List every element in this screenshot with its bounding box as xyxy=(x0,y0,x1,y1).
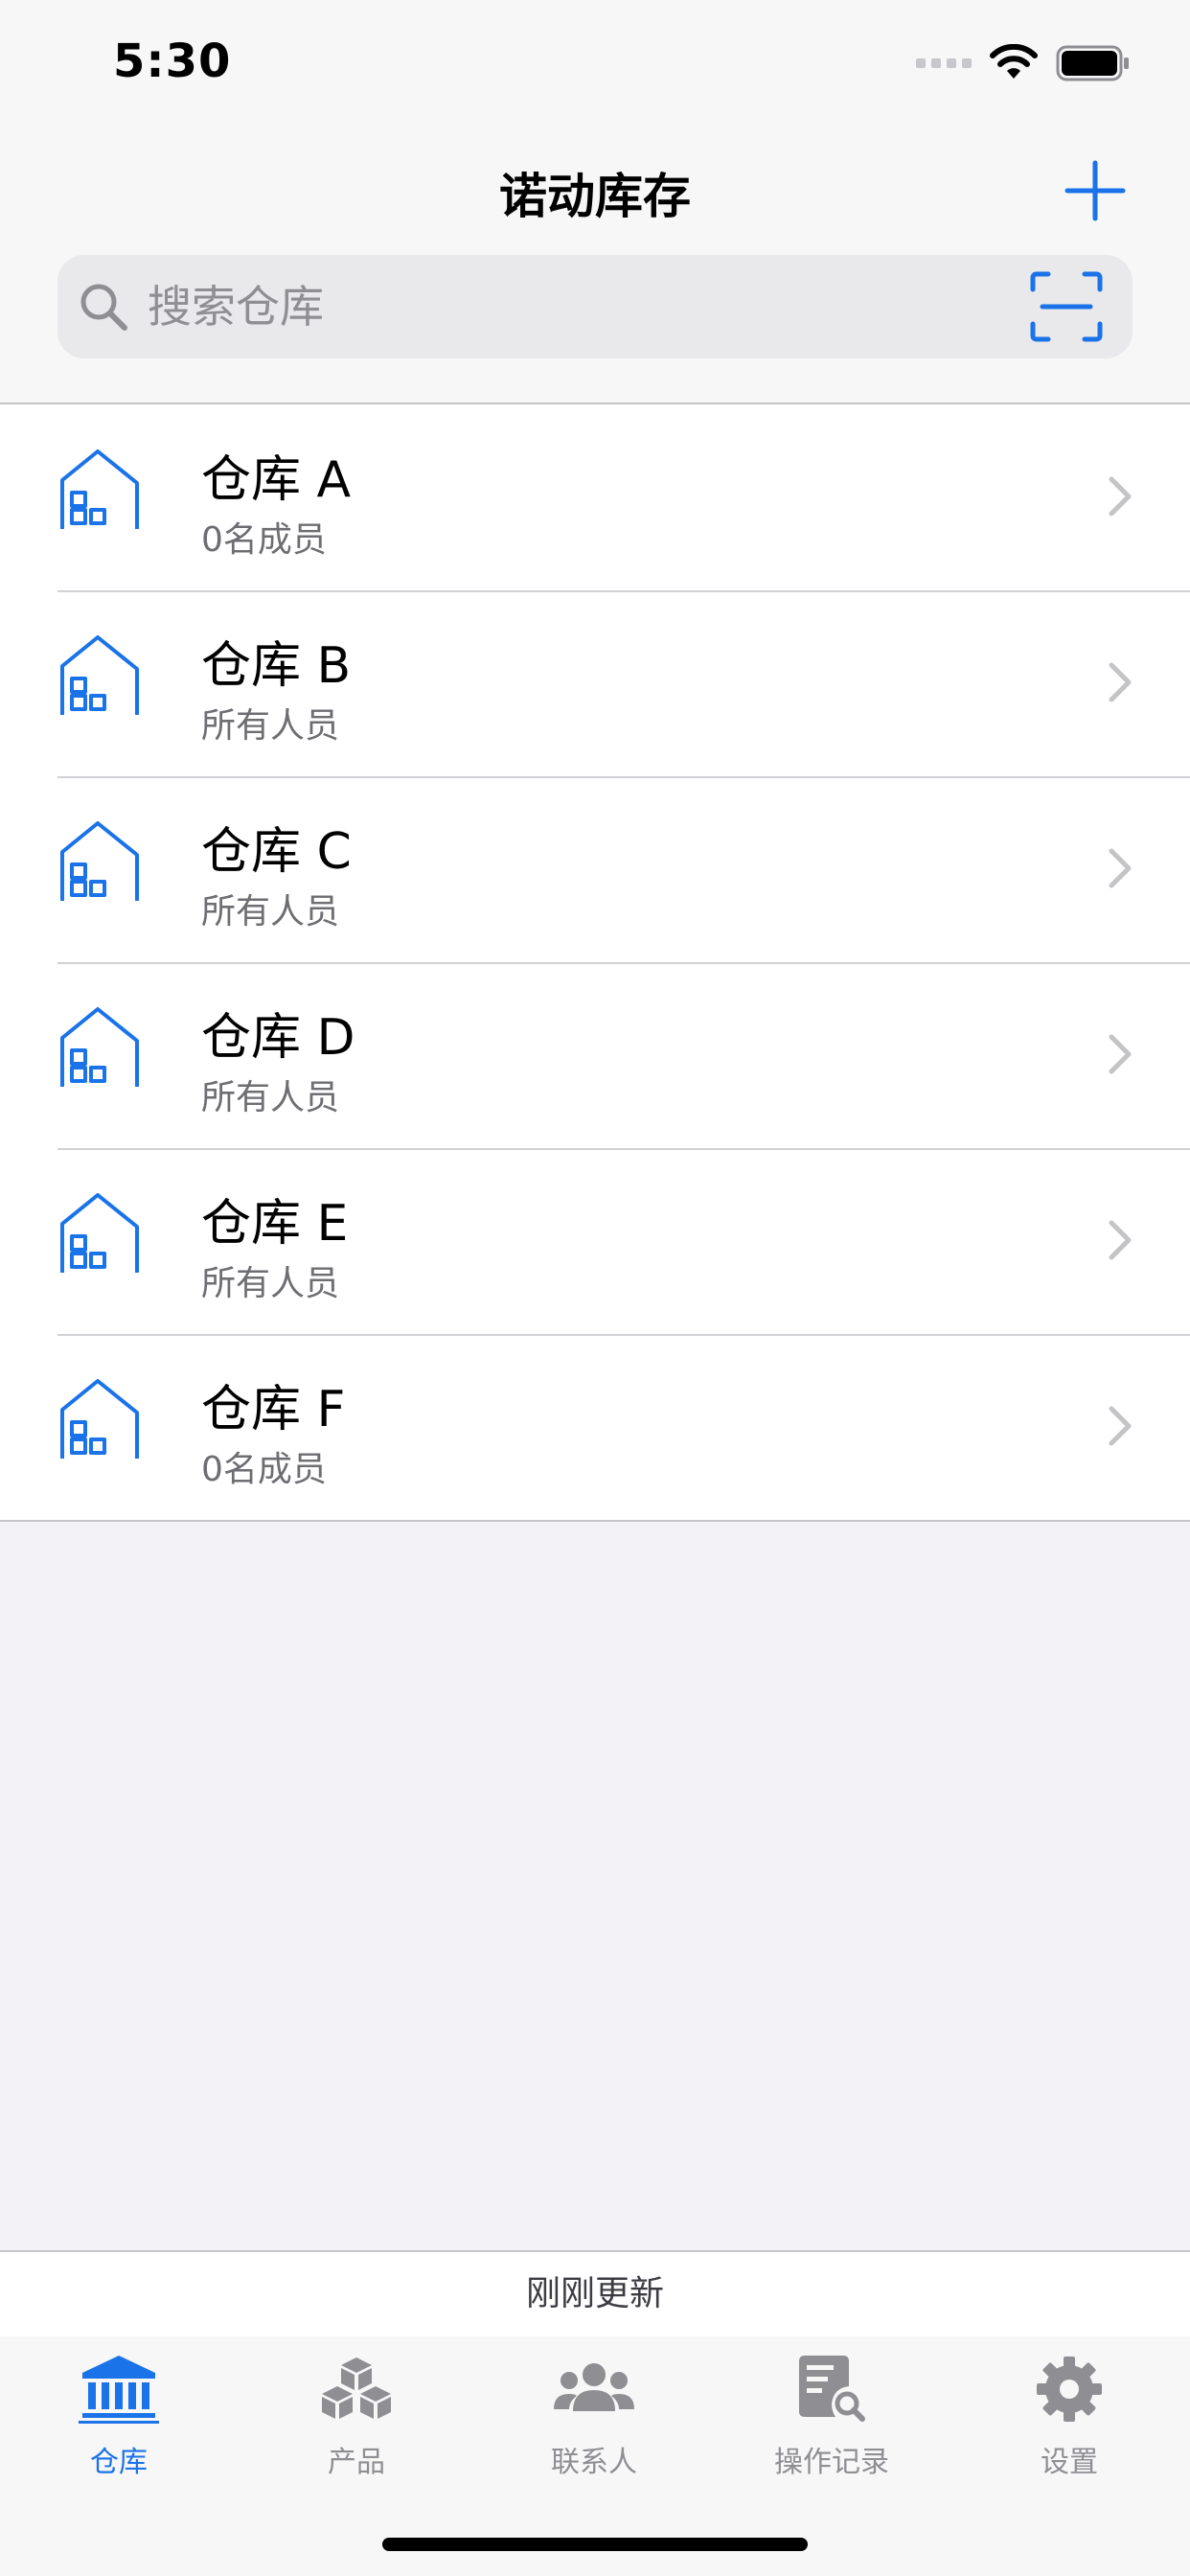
tab-products[interactable]: 产品 xyxy=(238,2354,475,2497)
warehouse-icon xyxy=(60,449,139,529)
tab-label: 产品 xyxy=(328,2446,385,2479)
warehouse-icon xyxy=(60,821,139,901)
search-icon xyxy=(80,284,127,331)
warehouse-members: 所有人员 xyxy=(201,1264,340,1303)
tab-settings[interactable]: 设置 xyxy=(950,2354,1188,2497)
document-search-icon xyxy=(799,2356,865,2422)
warehouse-name: 仓库 A xyxy=(201,451,352,509)
chevron-right-icon xyxy=(1109,848,1132,888)
warehouse-members: 所有人员 xyxy=(201,892,340,932)
list-item[interactable]: 仓库 B 所有人员 xyxy=(0,590,1190,776)
tab-warehouses[interactable]: 仓库 xyxy=(0,2354,238,2497)
boxes-icon xyxy=(322,2358,391,2419)
gear-icon xyxy=(1037,2357,1102,2422)
chevron-right-icon xyxy=(1109,1406,1132,1446)
chevron-right-icon xyxy=(1109,1220,1132,1260)
search-bar[interactable] xyxy=(57,254,1133,359)
chevron-right-icon xyxy=(1109,476,1132,517)
page-title: 诺动库存 xyxy=(499,169,691,224)
scan-barcode-icon[interactable] xyxy=(1029,270,1104,343)
warehouse-name: 仓库 C xyxy=(201,823,352,881)
tab-label: 联系人 xyxy=(551,2446,637,2479)
warehouse-icon xyxy=(60,635,139,715)
warehouse-icon xyxy=(60,1007,139,1087)
top-bar: 5:30 诺动库存 xyxy=(0,0,1190,404)
warehouse-icon xyxy=(60,1193,139,1273)
warehouse-members: 所有人员 xyxy=(201,1078,340,1117)
list-item[interactable]: 仓库 D 所有人员 xyxy=(0,962,1190,1148)
chevron-right-icon xyxy=(1109,1034,1132,1074)
list-item[interactable]: 仓库 E 所有人员 xyxy=(0,1148,1190,1334)
status-time: 5:30 xyxy=(113,34,232,88)
warehouse-name: 仓库 E xyxy=(201,1195,349,1253)
list-item[interactable]: 仓库 C 所有人员 xyxy=(0,776,1190,962)
search-input[interactable] xyxy=(146,254,993,359)
tab-label: 操作记录 xyxy=(774,2446,889,2479)
tab-operation-log[interactable]: 操作记录 xyxy=(713,2354,950,2497)
list-item[interactable]: 仓库 A 0名成员 xyxy=(0,404,1190,590)
warehouse-name: 仓库 F xyxy=(201,1381,346,1438)
tab-label: 设置 xyxy=(1041,2446,1098,2479)
warehouse-name: 仓库 B xyxy=(201,637,352,695)
tab-label: 仓库 xyxy=(90,2446,148,2479)
last-updated-status: 刚刚更新 xyxy=(0,2250,1190,2338)
status-icons xyxy=(916,40,1131,86)
warehouse-members: 0名成员 xyxy=(201,520,327,560)
chevron-right-icon xyxy=(1109,662,1132,702)
warehouse-members: 0名成员 xyxy=(201,1450,327,1489)
battery-icon xyxy=(1056,45,1129,81)
warehouse-members: 所有人员 xyxy=(201,706,340,746)
tab-contacts[interactable]: 联系人 xyxy=(475,2354,713,2497)
bank-icon xyxy=(79,2356,159,2424)
warehouse-list: 仓库 A 0名成员 仓库 B 所有人员 仓库 C 所有人员 仓库 D 所有人员 … xyxy=(0,404,1190,1522)
add-warehouse-button[interactable] xyxy=(1062,157,1129,224)
warehouse-name: 仓库 D xyxy=(201,1009,355,1067)
wifi-icon xyxy=(990,44,1038,79)
list-item[interactable]: 仓库 F 0名成员 xyxy=(0,1334,1190,1520)
people-icon xyxy=(554,2363,634,2411)
home-indicator[interactable] xyxy=(382,2538,808,2551)
warehouse-icon xyxy=(60,1379,139,1459)
cellular-signal-icon xyxy=(916,58,972,68)
